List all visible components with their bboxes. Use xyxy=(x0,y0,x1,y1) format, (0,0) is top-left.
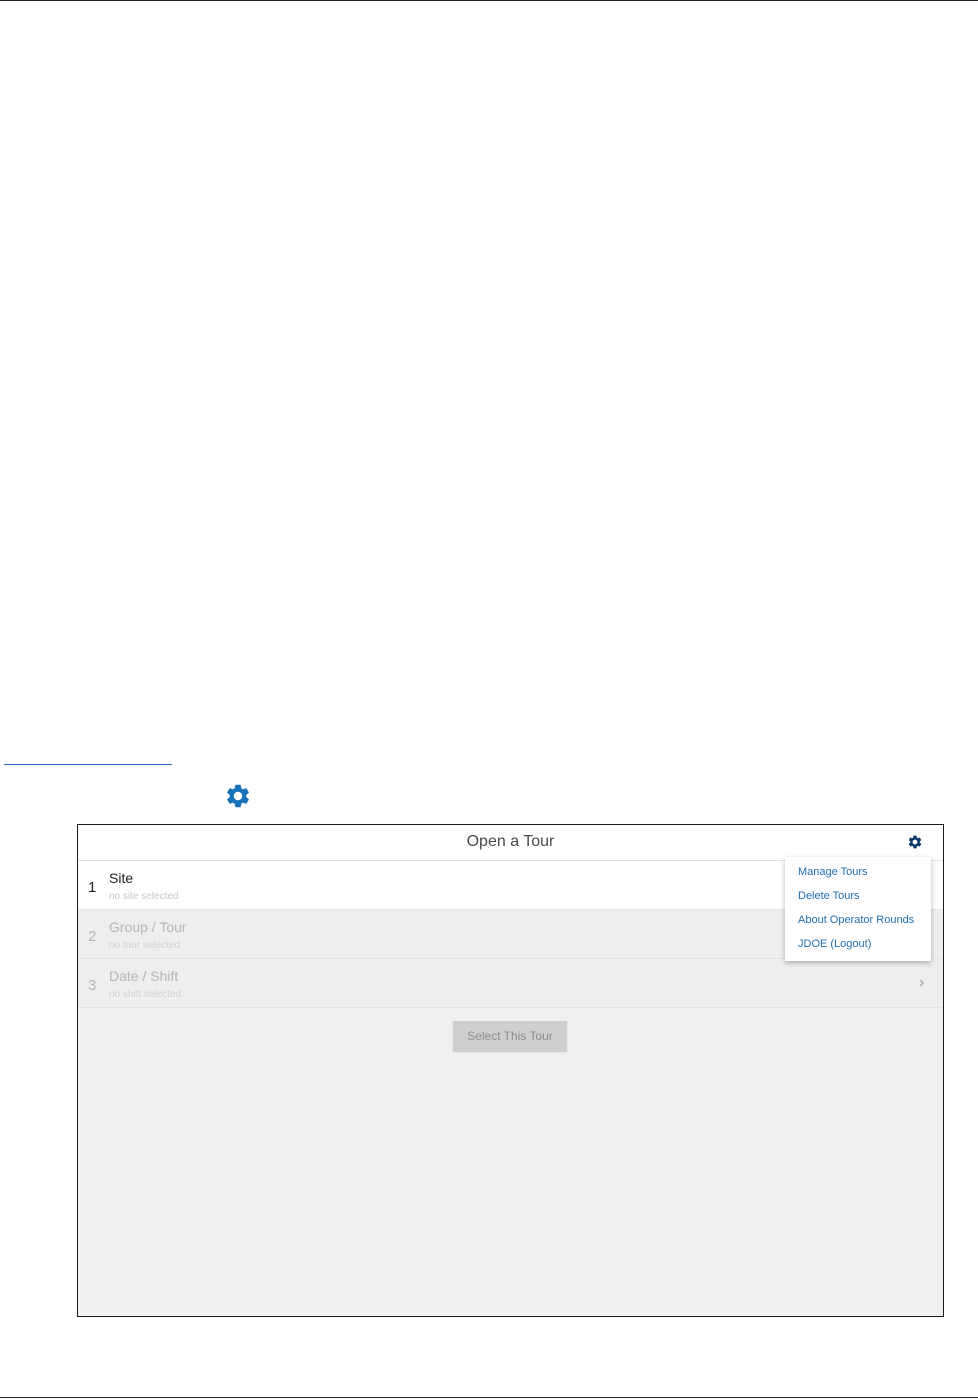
hyperlink-underline[interactable] xyxy=(4,764,172,765)
step-subtitle: no site selected xyxy=(109,891,179,902)
step-number: 1 xyxy=(88,879,97,896)
step-date-shift[interactable]: 3 Date / Shift no shift selected › xyxy=(78,959,943,1008)
settings-menu: Manage Tours Delete Tours About Operator… xyxy=(785,857,931,961)
menu-item-delete-tours[interactable]: Delete Tours xyxy=(798,890,860,902)
chevron-right-icon[interactable]: › xyxy=(919,974,924,992)
gear-icon xyxy=(227,784,249,808)
menu-item-logout[interactable]: JDOE (Logout) xyxy=(798,938,871,950)
step-title: Date / Shift xyxy=(109,968,179,984)
app-bar: Open a Tour xyxy=(78,825,943,861)
step-number: 2 xyxy=(88,928,97,945)
document-page: Open a Tour 1 Site no site selected 2 Gr… xyxy=(0,0,978,1400)
step-number: 3 xyxy=(88,977,97,994)
bottom-rule xyxy=(0,1397,978,1398)
step-subtitle: no shift selected xyxy=(109,989,182,1000)
menu-item-manage-tours[interactable]: Manage Tours xyxy=(798,866,868,878)
page-title: Open a Tour xyxy=(466,833,555,850)
step-title: Group / Tour xyxy=(109,919,187,935)
top-rule xyxy=(0,0,978,1)
menu-item-about[interactable]: About Operator Rounds xyxy=(798,914,914,926)
gear-icon[interactable] xyxy=(907,834,923,850)
app-screenshot: Open a Tour 1 Site no site selected 2 Gr… xyxy=(77,824,944,1317)
step-title: Site xyxy=(109,870,134,886)
step-subtitle: no tour selected xyxy=(109,940,181,951)
select-tour-button[interactable]: Select This Tour xyxy=(453,1021,567,1051)
